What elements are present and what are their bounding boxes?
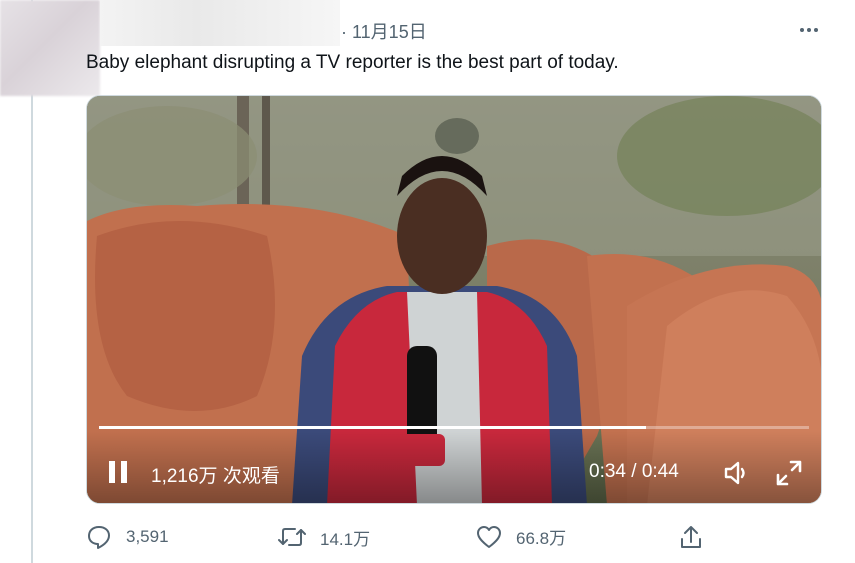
progress-fill xyxy=(99,426,646,429)
retweet-icon xyxy=(278,528,306,546)
progress-bar[interactable] xyxy=(99,426,809,429)
like-count: 66.8万 xyxy=(516,529,567,548)
tweet-actions: 3,591 14.1万 66.8万 xyxy=(0,524,855,554)
view-count: 1,216万 次观看 xyxy=(151,466,280,487)
retweet-button[interactable]: 14.1万 xyxy=(278,524,370,550)
tweet-timestamp[interactable]: · 11月15日 xyxy=(341,18,427,44)
share-button[interactable] xyxy=(679,524,703,550)
retweet-count: 14.1万 xyxy=(320,529,371,549)
volume-icon[interactable] xyxy=(723,460,751,486)
tweet-text: Baby elephant disrupting a TV reporter i… xyxy=(86,52,619,73)
video-player[interactable]: 1,216万 次观看 0:34 / 0:44 xyxy=(86,95,822,504)
fullscreen-icon[interactable] xyxy=(775,459,803,487)
more-icon[interactable] xyxy=(795,16,823,44)
like-icon xyxy=(477,525,501,548)
reply-button[interactable]: 3,591 xyxy=(86,524,169,550)
reply-count: 3,591 xyxy=(126,527,169,546)
pause-icon[interactable] xyxy=(107,460,129,484)
share-icon xyxy=(681,526,701,548)
author-avatar[interactable] xyxy=(0,0,100,96)
video-time: 0:34 / 0:44 xyxy=(589,461,679,482)
author-name-blurred[interactable] xyxy=(100,0,340,46)
like-button[interactable]: 66.8万 xyxy=(476,524,566,549)
reply-icon xyxy=(88,526,110,549)
